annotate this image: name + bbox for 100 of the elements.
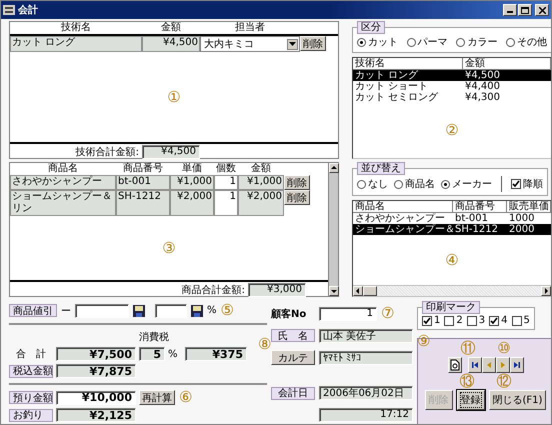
quantity-field[interactable]: 1 xyxy=(214,175,238,190)
circled-number: ⑨ xyxy=(417,332,430,350)
percent-sign: % xyxy=(207,305,217,316)
group-title: 印刷マーク xyxy=(422,301,480,314)
radio-label: パーマ xyxy=(418,36,448,49)
checkbox[interactable] xyxy=(444,316,454,326)
column-header: 金額 xyxy=(160,22,182,34)
tax-rate-field: 5 xyxy=(139,347,165,361)
scroll-left-icon[interactable] xyxy=(353,286,363,296)
radio-button[interactable] xyxy=(441,180,450,188)
checkbox[interactable] xyxy=(489,316,500,326)
field-label: お釣り xyxy=(9,408,53,422)
discount-rate-field[interactable] xyxy=(155,304,187,318)
list-row[interactable]: カット ロング ¥4,500 xyxy=(353,70,551,81)
chart-button[interactable]: カルテ xyxy=(271,350,315,366)
checkbox-label: 4 xyxy=(501,315,508,326)
customer-number-field[interactable]: 1 xyxy=(319,306,377,321)
action-button[interactable]: 閉じる(F1) xyxy=(488,390,546,410)
preview-icon[interactable] xyxy=(448,357,462,373)
save-icon[interactable] xyxy=(133,304,145,316)
field-label: 商品値引 xyxy=(9,304,57,317)
circled-number: ④ xyxy=(445,252,459,268)
circled-number: ⑥ xyxy=(179,390,192,405)
discount-field[interactable] xyxy=(75,304,129,318)
circled-number: ① xyxy=(167,90,181,104)
column-header: 単価 xyxy=(181,163,203,175)
last-record-icon[interactable] xyxy=(510,357,524,373)
tax-label: 消費税 xyxy=(139,330,170,344)
kana-field: ﾔﾏﾓﾄ ﾐｻｺ xyxy=(319,350,413,365)
total-label: 商品合計金額: xyxy=(180,284,246,296)
list-row[interactable]: カット セミロング ¥4,300 xyxy=(353,92,551,103)
table-cell: ショームシャンプー＆リン xyxy=(10,190,116,216)
radio-button[interactable] xyxy=(357,38,366,46)
circled-number: ⑤ xyxy=(220,303,234,318)
radio-button[interactable] xyxy=(456,38,466,46)
field-label: 顧客No xyxy=(271,307,308,321)
checkbox[interactable] xyxy=(512,316,522,326)
checkbox-label: 1 xyxy=(434,315,440,326)
scroll-down-icon[interactable] xyxy=(329,286,339,296)
quantity-field[interactable]: 1 xyxy=(214,190,238,216)
column-header: 販売単価 xyxy=(507,201,551,213)
list-row[interactable]: カット ショート ¥4,400 xyxy=(353,81,551,92)
table-cell: ¥2,000 xyxy=(170,190,214,216)
delete-button[interactable]: 削除 xyxy=(284,175,310,190)
scroll-right-icon[interactable] xyxy=(541,286,551,296)
circled-number: ② xyxy=(445,123,459,138)
time-field: 17:12 xyxy=(319,408,413,422)
first-record-icon[interactable] xyxy=(468,357,482,373)
minus-sign: ー xyxy=(61,304,71,318)
group-title: 区分 xyxy=(357,21,385,34)
vertical-scrollbar[interactable] xyxy=(328,163,338,296)
save-icon[interactable] xyxy=(191,304,203,316)
next-record-icon[interactable] xyxy=(496,357,510,373)
total-label: 合 計 xyxy=(15,348,47,361)
received-field[interactable]: ¥10,000 xyxy=(56,390,136,404)
action-button[interactable]: 登録 xyxy=(456,390,485,410)
delete-button[interactable]: 削除 xyxy=(284,190,310,205)
scroll-thumb[interactable] xyxy=(363,286,377,296)
radio-button[interactable] xyxy=(394,180,403,188)
change-field: ¥2,125 xyxy=(56,408,136,422)
app-icon xyxy=(3,5,15,15)
circled-number: ⑧ xyxy=(258,337,272,352)
column-header: 技術名 xyxy=(60,22,92,34)
table-cell: カット ロング xyxy=(10,36,142,52)
group-title: 並び替え xyxy=(357,162,405,175)
scroll-up-icon[interactable] xyxy=(329,163,339,173)
checkbox[interactable] xyxy=(511,179,521,189)
radio-label: カラー xyxy=(467,36,498,49)
maximize-icon[interactable] xyxy=(518,4,532,16)
table-cell: SH-1212 xyxy=(116,190,170,216)
minimize-icon[interactable] xyxy=(503,4,517,16)
checkbox[interactable] xyxy=(466,316,477,326)
staff-dropdown[interactable]: 大内キミコ xyxy=(200,36,300,52)
total-field: ¥3,000 xyxy=(248,282,306,296)
table-cell: ¥1,000 xyxy=(170,175,214,190)
total-field: ¥7,500 xyxy=(56,347,136,361)
column-header: 個数 xyxy=(215,163,237,175)
window-title: 会計 xyxy=(18,4,38,17)
radio-button[interactable] xyxy=(357,180,366,188)
radio-label: なし xyxy=(368,178,388,191)
checkbox-label: 5 xyxy=(524,315,530,326)
radio-label: その他 xyxy=(516,36,547,49)
recalculate-button[interactable]: 再計算 xyxy=(139,390,175,405)
radio-label: 商品名 xyxy=(405,178,435,191)
field-label: 会計日 xyxy=(271,386,315,400)
horizontal-scrollbar[interactable] xyxy=(353,285,551,296)
column-header: 金額 xyxy=(250,163,272,175)
radio-button[interactable] xyxy=(506,38,515,46)
field-label: 税込金額 xyxy=(9,364,53,378)
delete-button[interactable]: 削除 xyxy=(300,36,326,51)
circled-number: ⑪ xyxy=(460,341,476,356)
table-cell: ¥2,000 xyxy=(238,190,284,216)
close-icon[interactable] xyxy=(535,4,549,16)
table-cell: ¥1,000 xyxy=(238,175,284,190)
radio-button[interactable] xyxy=(406,38,416,46)
previous-record-icon[interactable] xyxy=(482,357,496,373)
table-cell: bt-001 xyxy=(116,175,170,190)
checkbox[interactable] xyxy=(422,316,432,326)
table-cell: さわやかシャンプー xyxy=(10,175,116,190)
tax-field: ¥375 xyxy=(185,347,247,361)
